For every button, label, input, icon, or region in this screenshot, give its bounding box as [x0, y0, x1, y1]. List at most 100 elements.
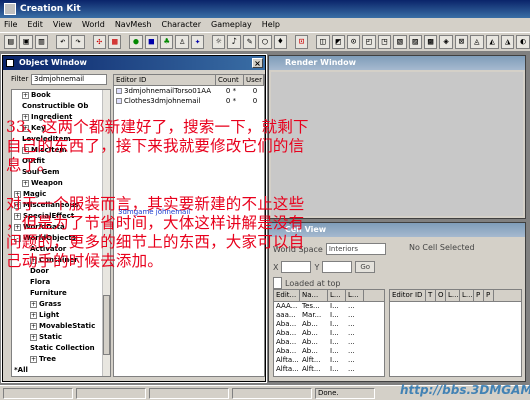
render-1-icon[interactable]: ◫ [316, 35, 330, 49]
render-7-icon[interactable]: ▨ [408, 35, 422, 49]
menu-character[interactable]: Character [162, 20, 202, 29]
menu-gameplay[interactable]: Gameplay [211, 20, 252, 29]
render-11-icon[interactable]: ◬ [470, 35, 484, 49]
move-icon[interactable]: ✣ [92, 35, 107, 49]
tree-scrollbar-thumb[interactable] [103, 295, 110, 355]
expand-icon[interactable]: + [30, 322, 37, 330]
expand-icon[interactable]: + [30, 311, 37, 319]
list-item[interactable]: Alfta... Alft... I...... [274, 365, 384, 374]
ref-col-editor-id[interactable]: Editor ID [390, 290, 426, 301]
close-icon[interactable]: × [252, 58, 263, 68]
tree-item-label: Light [39, 311, 60, 319]
cell-list-cell: ... [348, 338, 355, 346]
cell-col-name[interactable]: Na... [300, 290, 328, 301]
open-icon[interactable]: ▤ [4, 35, 18, 49]
loaded-at-top-checkbox[interactable] [273, 277, 282, 289]
table-row[interactable]: Clothes3dmjohnemail 0 * 0 [114, 96, 264, 106]
tree-item[interactable]: + MovableStatic [12, 321, 110, 332]
list-item[interactable]: Alfta... Alft... I...... [274, 356, 384, 365]
cell-list[interactable]: Edit... Na... L... L... AAA... Tes... I...… [273, 289, 385, 377]
tree-item[interactable]: Constructible Ob [12, 101, 110, 112]
tree-item[interactable]: + Book [12, 90, 110, 101]
ref-col-t[interactable]: T [426, 290, 436, 301]
render-8-icon[interactable]: ▩ [423, 35, 438, 49]
magic-icon[interactable]: ✦ [190, 35, 205, 49]
list-item[interactable]: Aba... Ab... I...... [274, 320, 384, 329]
list-item[interactable]: AAA... Tes... I...... [274, 302, 384, 311]
tree-item[interactable]: Furniture [12, 288, 110, 299]
render-9-icon[interactable]: ◈ [439, 35, 453, 49]
cell-list-cell: ... [348, 347, 355, 355]
menu-view[interactable]: View [53, 20, 72, 29]
menu-help[interactable]: Help [262, 20, 280, 29]
list-item[interactable]: Aba... Ab... I...... [274, 347, 384, 356]
col-count[interactable]: Count [216, 75, 244, 85]
cell-list-cell: I... [330, 302, 339, 310]
render-3-icon[interactable]: ⊙ [346, 35, 361, 49]
cell-list-cell: ... [348, 356, 355, 364]
cell-list-cell: ... [348, 365, 355, 373]
tree-icon[interactable]: ♣ [160, 35, 174, 49]
redo-icon[interactable]: ↷ [71, 35, 85, 49]
sphere-icon[interactable]: ● [129, 35, 143, 49]
menu-navmesh[interactable]: NavMesh [115, 20, 152, 29]
tree-item[interactable]: Static Collection [12, 343, 110, 354]
cell-list-cell: Alft... [302, 365, 321, 373]
ref-col-p1[interactable]: P [474, 290, 484, 301]
render-14-icon[interactable]: ◐ [516, 35, 530, 49]
list-item[interactable]: aaa... Mar... I...... [274, 311, 384, 320]
render-5-icon[interactable]: ◳ [377, 35, 392, 49]
quest-icon[interactable]: ♦ [273, 35, 288, 49]
cell-col-l1[interactable]: L... [328, 290, 346, 301]
marker-icon[interactable]: ✎ [242, 35, 257, 49]
tree-item[interactable]: Flora [12, 277, 110, 288]
cell-col-l2[interactable]: L... [346, 290, 364, 301]
annotation-line: 33、这两个都新建好了，搜索一下，就剩下 [6, 118, 309, 136]
sound-icon[interactable]: ♪ [227, 35, 241, 49]
save-icon[interactable]: ▣ [19, 35, 33, 49]
expand-icon[interactable]: + [30, 355, 37, 363]
col-editor-id[interactable]: Editor ID [114, 75, 216, 85]
tree-item[interactable]: + Light [12, 310, 110, 321]
list-item[interactable]: Aba... Ab... I...... [274, 338, 384, 347]
list-item[interactable]: Aba... Ab... I...... [274, 329, 384, 338]
expand-icon[interactable]: + [30, 300, 37, 308]
menu-file[interactable]: File [4, 20, 17, 29]
undo-icon[interactable]: ↶ [56, 35, 70, 49]
render-12-icon[interactable]: ◭ [485, 35, 499, 49]
col-user[interactable]: User [244, 75, 264, 85]
zoom-icon[interactable]: ⊡ [294, 35, 309, 49]
expand-icon[interactable]: + [22, 91, 29, 99]
render-6-icon[interactable]: ▧ [393, 35, 407, 49]
speech-icon[interactable]: ◯ [258, 35, 272, 49]
reference-list-header: Editor ID T O L... L... P P [390, 290, 521, 302]
menu-world[interactable]: World [82, 20, 105, 29]
menu-edit[interactable]: Edit [27, 20, 43, 29]
ref-col-l2[interactable]: L... [460, 290, 474, 301]
tree-item[interactable]: *All [12, 365, 110, 376]
filter-input[interactable]: 3dmjohnemail [31, 74, 107, 85]
editor-id-cell: Clothes3dmjohnemail [114, 96, 216, 106]
annotation-line: 息了。 [6, 156, 54, 174]
snap-grid-icon[interactable]: ▦ [108, 35, 122, 49]
light-bulb-icon[interactable]: ☼ [212, 35, 226, 49]
ref-col-p2[interactable]: P [484, 290, 494, 301]
cell-list-cell: Ab... [302, 347, 318, 355]
render-4-icon[interactable]: ◰ [362, 35, 376, 49]
data-icon[interactable]: ▥ [34, 35, 49, 49]
user-icon[interactable]: ♙ [175, 35, 189, 49]
tree-item[interactable]: + Grass [12, 299, 110, 310]
ref-col-o[interactable]: O [436, 290, 446, 301]
tree-item[interactable]: + Static [12, 332, 110, 343]
tree-item[interactable]: + Tree [12, 354, 110, 365]
cube-icon[interactable]: ■ [144, 35, 159, 49]
render-2-icon[interactable]: ◩ [331, 35, 345, 49]
render-13-icon[interactable]: ◮ [500, 35, 515, 49]
cell-col-editor-id[interactable]: Edit... [274, 290, 300, 301]
ref-col-l1[interactable]: L... [446, 290, 460, 301]
render-10-icon[interactable]: ⊠ [454, 35, 469, 49]
table-row[interactable]: 3dmjohnemailTorso01AA 0 * 0 [114, 86, 264, 96]
expand-icon[interactable]: + [30, 333, 37, 341]
reference-list[interactable]: Editor ID T O L... L... P P [389, 289, 522, 377]
armor-icon [116, 98, 122, 104]
